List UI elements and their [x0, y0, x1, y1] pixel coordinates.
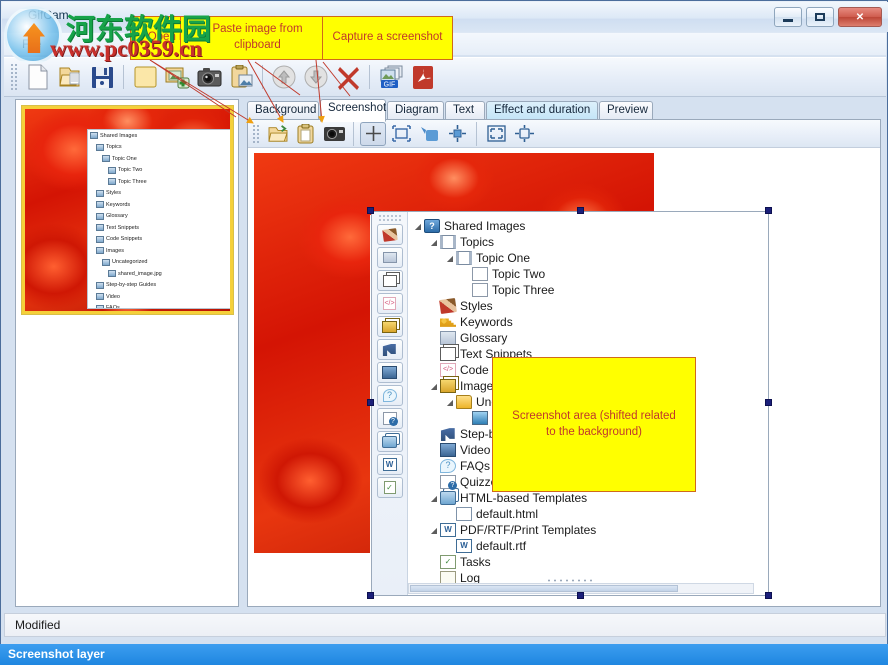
- callout-screenshot-area: Screenshot area (shifted related to the b…: [492, 357, 696, 492]
- annotation-arrows: [149, 59, 351, 124]
- callout-capture-screenshot-text: Capture a screenshot: [332, 31, 443, 44]
- callout-paste-clipboard-text: Paste image from clipboard: [212, 23, 303, 51]
- callout-paste-clipboard: Paste image from clipboard: [180, 16, 335, 60]
- app-window: GifCam ✕ File GIF Background Screenshot …: [0, 0, 888, 665]
- callout-capture-screenshot: Capture a screenshot: [322, 16, 453, 60]
- callout-screenshot-area-text: Screenshot area (shifted related to the b…: [512, 409, 676, 438]
